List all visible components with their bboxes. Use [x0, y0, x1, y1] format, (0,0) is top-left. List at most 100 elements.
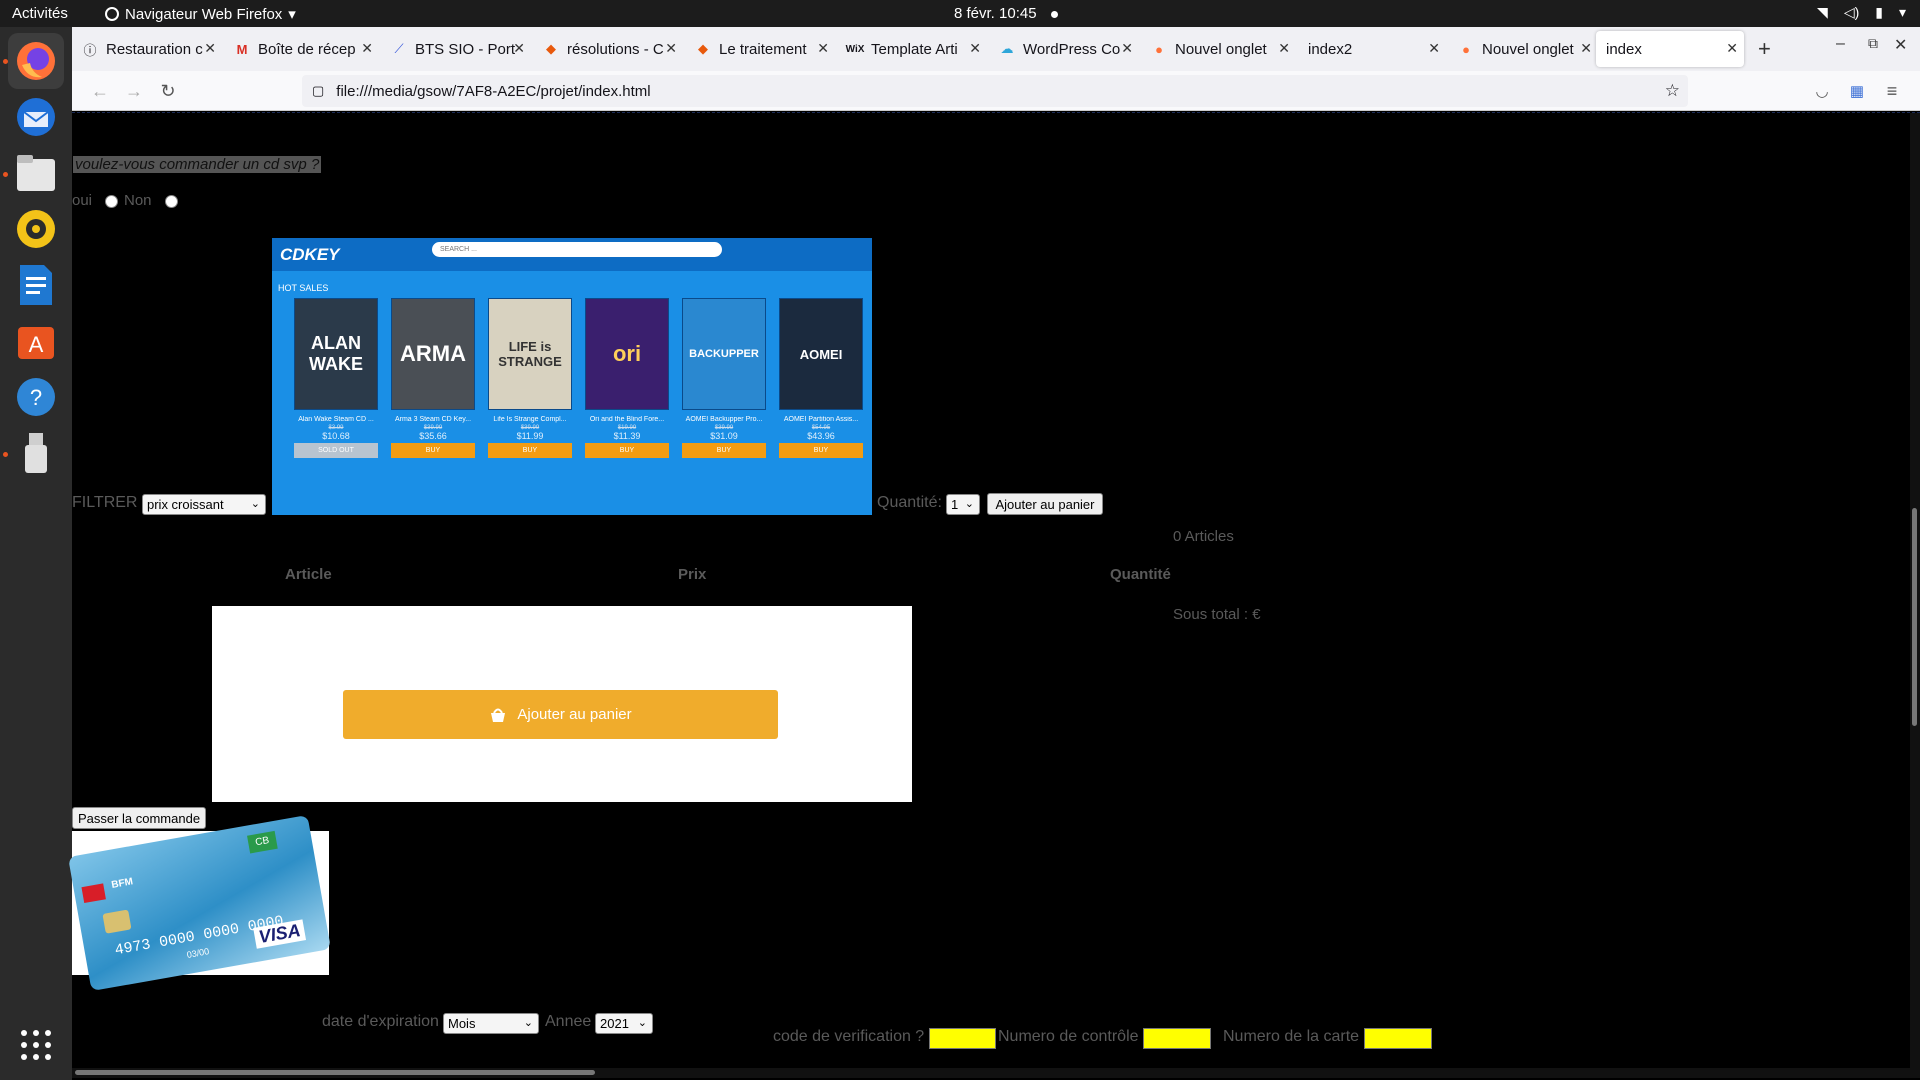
card-number-input[interactable]: [1364, 1028, 1432, 1049]
tab[interactable]: ☁ WordPress Co ✕: [989, 31, 1139, 67]
chevron-down-icon: ⌄: [523, 1017, 533, 1029]
dock: A ?: [0, 27, 72, 1080]
add-to-cart-image: Ajouter au panier: [212, 606, 912, 802]
restore-button[interactable]: ⧉: [1868, 35, 1878, 52]
navigation-bar: ← → ↻ ▢ file:///media/gsow/7AF8-A2EC/pro…: [72, 71, 1920, 111]
card-number-label: Numero de la carte: [1223, 1028, 1360, 1045]
help-icon[interactable]: ?: [8, 369, 64, 425]
articles-count: 0 Articles: [1173, 528, 1234, 545]
app-menu-label: Navigateur Web Firefox: [125, 5, 283, 23]
col-prix: Prix: [678, 566, 707, 583]
close-tab-icon[interactable]: ✕: [1121, 40, 1133, 57]
tab[interactable]: WiX Template Arti ✕: [837, 31, 987, 67]
close-tab-icon[interactable]: ✕: [1580, 40, 1592, 57]
hot-sales-label: HOT SALES: [278, 283, 329, 293]
system-tray[interactable]: ◥ ◁) ▮ ▾: [1817, 4, 1906, 21]
chevron-down-icon: ▾: [1898, 4, 1906, 20]
tab-bar: ⓘ Restauration c ✕ M Boîte de récep ✕ ⟋ BTS S…: [72, 27, 1920, 71]
cloud-icon: ☁: [1000, 41, 1014, 56]
pocket-icon[interactable]: ◡: [1810, 79, 1834, 103]
url-bar[interactable]: ▢ file:///media/gsow/7AF8-A2EC/projet/in…: [302, 75, 1688, 107]
close-tab-icon[interactable]: ✕: [204, 40, 216, 57]
close-tab-icon[interactable]: ✕: [665, 40, 677, 57]
game-card: BACKUPPER AOMEI Backupper Pro... $39.99 $…: [682, 298, 766, 458]
minimize-button[interactable]: –: [1836, 35, 1845, 53]
reload-button[interactable]: ↻: [156, 79, 180, 103]
close-tab-icon[interactable]: ✕: [969, 40, 981, 57]
filter-select[interactable]: prix croissant ⌄: [142, 494, 266, 515]
close-tab-icon[interactable]: ✕: [817, 40, 829, 57]
oui-radio[interactable]: [105, 195, 118, 208]
tab[interactable]: index2 ✕: [1298, 31, 1446, 67]
close-tab-icon[interactable]: ✕: [1726, 40, 1738, 57]
basket-icon: [491, 708, 506, 722]
url-text: file:///media/gsow/7AF8-A2EC/projet/inde…: [336, 82, 651, 100]
firefox-icon[interactable]: [8, 33, 64, 89]
new-tab-button[interactable]: +: [1758, 36, 1771, 62]
app-grid-icon[interactable]: [8, 1017, 64, 1073]
filter-label: FILTRER: [72, 494, 138, 511]
tab[interactable]: ● Nouvel onglet ✕: [1141, 31, 1296, 67]
horizontal-scrollbar[interactable]: [72, 1068, 1920, 1078]
control-number-label: Numero de contrôle: [998, 1028, 1139, 1045]
back-button[interactable]: ←: [88, 79, 112, 103]
cdkey-logo: CDKEY: [280, 245, 340, 264]
quantity-select[interactable]: 1 ⌄: [946, 494, 980, 515]
place-order-button[interactable]: Passer la commande: [72, 807, 206, 829]
cdkey-search: SEARCH ...: [432, 242, 722, 257]
non-label: Non: [124, 192, 152, 209]
tab[interactable]: ◆ Le traitement ✕: [685, 31, 835, 67]
writer-icon[interactable]: [8, 257, 64, 313]
notification-dot-icon: [1050, 10, 1058, 18]
firefox-window: ⓘ Restauration c ✕ M Boîte de récep ✕ ⟋ BTS S…: [68, 27, 1920, 1080]
firefox-small-icon: ●: [1462, 41, 1470, 57]
rhythmbox-icon[interactable]: [8, 201, 64, 257]
col-article: Article: [285, 566, 332, 583]
forward-button[interactable]: →: [122, 79, 146, 103]
vertical-scrollbar-thumb[interactable]: [1912, 508, 1917, 726]
tab[interactable]: ◆ résolutions - C ✕: [533, 31, 683, 67]
page-icon: ▢: [312, 83, 325, 98]
question-text: voulez-vous commander un cd svp ?: [73, 156, 322, 173]
extension-icon[interactable]: ▦: [1845, 79, 1869, 103]
close-tab-icon[interactable]: ✕: [1278, 40, 1290, 57]
verification-label: code de verification ?: [773, 1028, 925, 1045]
star-icon[interactable]: ☆: [1665, 81, 1680, 101]
close-tab-icon[interactable]: ✕: [513, 40, 525, 57]
globe-icon: ⓘ: [83, 42, 97, 58]
quantity-label: Quantité:: [877, 494, 942, 511]
thunderbird-icon[interactable]: [8, 89, 64, 145]
month-select[interactable]: Mois ⌄: [443, 1013, 539, 1034]
close-tab-icon[interactable]: ✕: [1428, 40, 1440, 57]
activities-button[interactable]: Activités: [12, 5, 68, 22]
vertical-scrollbar[interactable]: [1910, 113, 1920, 1068]
tab[interactable]: M Boîte de récep ✕: [224, 31, 379, 67]
clock[interactable]: 8 févr. 10:45: [954, 5, 1058, 22]
subtotal-text: Sous total : €: [1173, 606, 1261, 623]
files-icon[interactable]: [8, 145, 64, 201]
horizontal-scrollbar-thumb[interactable]: [75, 1070, 595, 1075]
game-card: ARMA Arma 3 Steam CD Key... $39.99 $35.66…: [391, 298, 475, 458]
chevron-down-icon: ▾: [288, 6, 296, 23]
year-select[interactable]: 2021 ⌄: [595, 1013, 653, 1034]
close-window-button[interactable]: ✕: [1894, 35, 1907, 55]
page-content: voulez-vous commander un cd svp ? oui No…: [68, 112, 1920, 1080]
diamond-icon: ◆: [546, 41, 556, 56]
close-tab-icon[interactable]: ✕: [361, 40, 373, 57]
diamond-icon: ◆: [698, 41, 708, 56]
tab[interactable]: ● Nouvel onglet ✕: [1448, 31, 1598, 67]
app-menu[interactable]: Navigateur Web Firefox ▾: [105, 5, 296, 23]
oui-label: oui: [72, 192, 93, 209]
verification-input[interactable]: [929, 1028, 996, 1049]
software-center-icon[interactable]: A: [8, 313, 64, 369]
tab-active[interactable]: index ✕: [1596, 31, 1744, 67]
non-radio[interactable]: [165, 195, 178, 208]
portfolio-icon: ⟋: [394, 41, 404, 56]
add-to-cart-button[interactable]: Ajouter au panier: [987, 493, 1103, 515]
battery-icon: ▮: [1875, 4, 1883, 20]
control-number-input[interactable]: [1143, 1028, 1211, 1049]
tab[interactable]: ⟋ BTS SIO - Port ✕: [381, 31, 531, 67]
menu-icon[interactable]: ≡: [1880, 79, 1904, 103]
usb-drive-icon[interactable]: [8, 425, 64, 481]
tab[interactable]: ⓘ Restauration c ✕: [72, 31, 222, 67]
